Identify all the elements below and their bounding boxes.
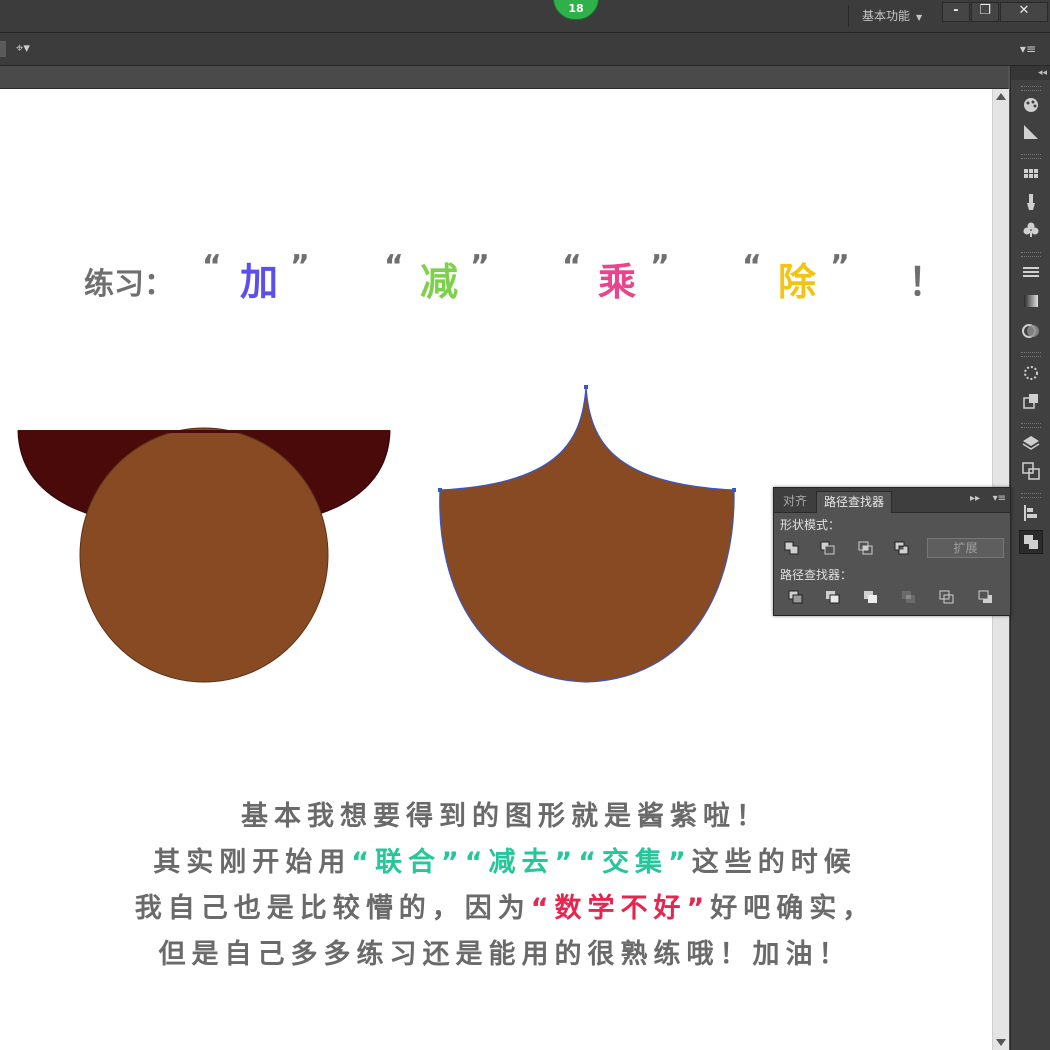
text-segment: 好吧确实，	[710, 893, 876, 924]
quote-open: “	[742, 249, 762, 284]
text-segment: 其实刚开始用	[153, 847, 352, 878]
scroll-down-arrow-icon[interactable]	[996, 1039, 1006, 1046]
text-segment: 这些的时候	[691, 847, 857, 878]
text-segment: 我自己也是比较懵的，因为	[134, 893, 531, 924]
export-icon[interactable]	[1020, 390, 1042, 412]
quote-close: ”	[290, 249, 310, 284]
hair-band	[18, 430, 390, 433]
minus-back-button[interactable]	[978, 590, 994, 604]
layers-icon[interactable]	[1020, 432, 1042, 454]
notification-badge[interactable]: 18	[553, 0, 599, 20]
tab-align[interactable]: 对齐	[776, 491, 814, 512]
quote-open: “	[202, 249, 222, 284]
face-ellipse	[79, 427, 329, 683]
panel-menu-icon[interactable]: ▾≡	[993, 493, 1006, 504]
highlight-unite: “联合”	[351, 847, 465, 878]
word-subtract: 减	[420, 260, 459, 304]
trim-button[interactable]	[825, 590, 841, 604]
quote-close: ”	[830, 249, 850, 284]
workspace-switcher[interactable]: 基本功能 ▼	[862, 7, 922, 24]
heading-exclaim: ！	[908, 260, 947, 304]
stroke-icon[interactable]	[1020, 261, 1042, 283]
anchor-point	[438, 488, 442, 492]
word-multiply: 乘	[598, 260, 637, 304]
document-tab-strip	[0, 66, 1008, 89]
merge-button[interactable]	[863, 590, 879, 604]
control-bar-field[interactable]	[0, 41, 6, 57]
outline-button[interactable]	[939, 590, 955, 604]
quote-open: “	[384, 249, 404, 284]
transparency-icon[interactable]	[1020, 290, 1042, 312]
paragraph-line-2: 其实刚开始用“联合”“减去”“交集”这些的时候	[0, 840, 1010, 879]
control-bar: ⌖▾ ▾≡	[0, 33, 1050, 66]
quote-close: ”	[650, 249, 670, 284]
exclude-button[interactable]	[894, 541, 910, 555]
tab-pathfinder[interactable]: 路径查找器	[816, 491, 893, 513]
divider	[848, 5, 849, 27]
dock-grip[interactable]	[1021, 252, 1041, 257]
quote-open: “	[562, 249, 582, 284]
align-icon[interactable]	[1020, 502, 1042, 524]
expand-button[interactable]: 扩展	[927, 538, 1004, 558]
panel-tab-bar: 对齐 路径查找器 ▸▸ ▾≡	[774, 488, 1010, 513]
workspace-label: 基本功能	[862, 9, 911, 23]
title-bar: 18 基本功能 ▼ - ❐ ✕	[0, 0, 1050, 33]
unite-button[interactable]	[784, 541, 800, 555]
color-guide-icon[interactable]	[1020, 93, 1042, 115]
dock-grip[interactable]	[1021, 86, 1041, 91]
gradient-icon[interactable]	[1020, 121, 1042, 143]
highlight-intersect: “交集”	[578, 847, 692, 878]
dock-grip[interactable]	[1021, 352, 1041, 357]
quote-close: ”	[470, 249, 490, 284]
minus-front-button[interactable]	[820, 541, 836, 555]
shape-modes-label: 形状模式：	[780, 518, 841, 532]
collapse-dock-icon[interactable]: ◂◂	[1011, 66, 1050, 80]
combined-shape	[439, 386, 735, 683]
heading-prefix: 练习：	[84, 267, 174, 302]
practice-heading: 练习： “ 加 ” “ 减 ” “ 乘 ” “ 除 ” ！	[0, 249, 992, 309]
paragraph-line-3: 我自己也是比较懵的，因为“数学不好”好吧确实，	[0, 886, 1010, 925]
pathfinders-label: 路径查找器：	[780, 568, 853, 582]
dock-grip[interactable]	[1021, 493, 1041, 498]
scroll-up-arrow-icon[interactable]	[996, 93, 1006, 100]
graphic-style-icon[interactable]	[1020, 362, 1042, 384]
anchor-point	[732, 488, 736, 492]
highlight-bad-at-math: “数学不好”	[530, 893, 711, 924]
anchor-point	[584, 385, 588, 389]
divide-button[interactable]	[788, 590, 804, 604]
paragraph-line-4: 但是自己多多练习还是能用的很熟练哦！加油！	[158, 939, 852, 970]
panel-collapse-icon[interactable]: ▸▸	[970, 493, 980, 504]
highlight-minus-front: “减去”	[464, 847, 579, 878]
panel-menu-icon[interactable]: ▾≡	[1020, 42, 1036, 56]
dock-grip[interactable]	[1021, 154, 1041, 159]
crop-button[interactable]	[901, 590, 917, 604]
close-button[interactable]: ✕	[1000, 2, 1048, 22]
panel-dock: ◂◂	[1010, 66, 1050, 1050]
swatch-grid-icon[interactable]	[1020, 163, 1042, 185]
artboards-icon[interactable]	[1020, 460, 1042, 482]
chevron-down-icon: ▼	[916, 13, 923, 22]
paragraph-line-1: 基本我想要得到的图形就是酱紫啦！	[241, 801, 769, 832]
dock-grip[interactable]	[1021, 423, 1041, 428]
word-add: 加	[240, 260, 279, 304]
minimize-button[interactable]: -	[942, 2, 970, 22]
brush-icon[interactable]	[1020, 191, 1042, 213]
word-divide: 除	[778, 260, 817, 304]
transform-icon[interactable]: ⌖▾	[16, 41, 30, 56]
restore-button[interactable]: ❐	[971, 2, 999, 22]
pathfinder-panel: 对齐 路径查找器 ▸▸ ▾≡ 形状模式： 扩展 路径查找器：	[773, 487, 1011, 616]
symbol-icon[interactable]	[1020, 219, 1042, 241]
pathfinder-icon[interactable]	[1019, 530, 1043, 554]
appearance-icon[interactable]	[1020, 320, 1042, 342]
intersect-button[interactable]	[858, 541, 874, 555]
